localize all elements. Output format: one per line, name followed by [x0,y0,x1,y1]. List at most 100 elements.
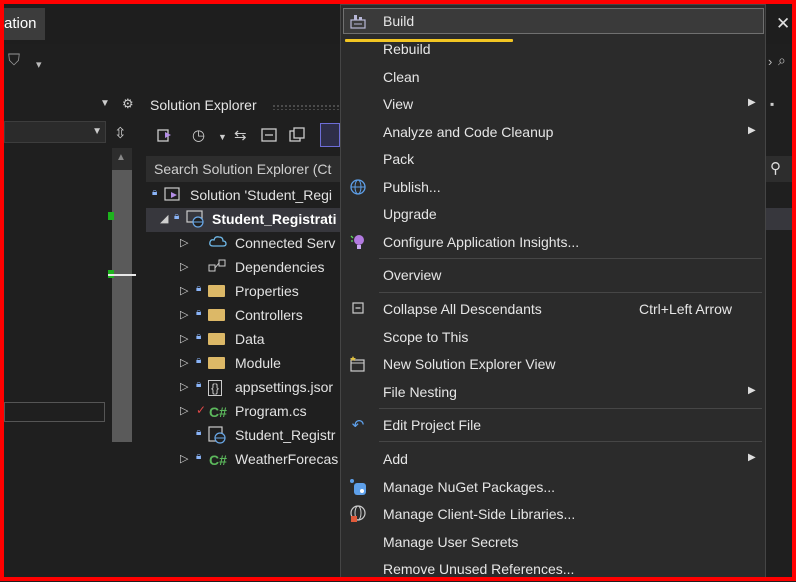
menu-item-label: Analyze and Code Cleanup [383,124,554,140]
tree-item-http-file[interactable]: 🔒︎ Student_Registr [146,424,342,448]
menu-item-manage-nuget[interactable]: Manage NuGet Packages... [341,474,765,500]
menu-item-collapse-all[interactable]: Collapse All Descendants Ctrl+Left Arrow [341,296,765,322]
menu-item-label: Configure Application Insights... [383,234,580,250]
menu-item-upgrade[interactable]: Upgrade [341,201,765,227]
client-libraries-icon [349,505,367,527]
tree-item-project[interactable]: ◢ 🔒︎ Student_Registrati [146,208,342,232]
copy-icon[interactable] [288,126,306,148]
document-tab[interactable]: ation [4,8,45,40]
menu-item-overview[interactable]: Overview [341,262,765,288]
tree-item-label: Controllers [235,307,303,323]
pin-icon[interactable]: ▪ [770,97,774,111]
scrollbar-thumb[interactable] [112,170,132,442]
menu-item-label: New Solution Explorer View [383,356,556,372]
switch-views-icon[interactable] [156,126,174,148]
menu-item-shortcut: Ctrl+Left Arrow [639,301,732,317]
menu-item-new-solution-view[interactable]: New Solution Explorer View [341,351,765,377]
gear-icon[interactable]: ⚙ [122,96,134,112]
tree-item-connected-services[interactable]: ▷ Connected Serv [146,232,342,256]
menu-item-scope-to-this[interactable]: Scope to This [341,324,765,350]
nuget-icon [349,478,367,500]
submenu-arrow-icon: ▶ [748,97,756,108]
tree-item-label: WeatherForecas [235,451,339,467]
menu-item-manage-user-secrets[interactable]: Manage User Secrets [341,529,765,555]
collapse-all-icon[interactable] [260,126,278,148]
menu-item-pack[interactable]: Pack [341,146,765,172]
menu-item-view[interactable]: View ▶ [341,91,765,117]
tree-item-dependencies[interactable]: ▷ Dependencies [146,256,342,280]
submenu-arrow-icon: ▶ [748,385,756,396]
tree-item-label: Module [235,355,281,371]
menu-item-rebuild[interactable]: Rebuild [341,36,765,62]
collapsed-arrow-icon[interactable]: ▷ [180,404,188,417]
tree-item-label: appsettings.jsor [235,379,334,395]
chevron-down-icon[interactable]: ▼ [218,132,227,142]
menu-item-configure-insights[interactable]: Configure Application Insights... [341,229,765,255]
preview-selected-icon[interactable] [320,123,340,147]
lock-icon: 🔒︎ [152,187,158,198]
csharp-file-icon: C# [209,452,227,468]
menu-item-file-nesting[interactable]: File Nesting ▶ [341,379,765,405]
menu-item-manage-client-libraries[interactable]: Manage Client-Side Libraries... [341,501,765,527]
tree-item-controllers[interactable]: ▷ 🔒︎ Controllers [146,304,342,328]
menu-separator [379,258,762,259]
bookmark-icon[interactable]: ⛉ [8,52,20,70]
tree-item-weatherforecast[interactable]: ▷ 🔒︎ C# WeatherForecas [146,448,342,472]
menu-item-label: Pack [383,151,415,167]
dropdown-arrow-icon[interactable]: ▼ [100,98,110,109]
menu-item-edit-project-file[interactable]: ↶ Edit Project File [341,412,765,438]
scroll-up-icon[interactable]: ▲ [116,152,126,163]
sync-icon[interactable]: ⇆ [234,126,247,144]
menu-item-label: Clean [383,69,420,85]
left-pane-combo[interactable]: ▼ [4,121,106,143]
collapsed-arrow-icon[interactable]: ▷ [180,332,188,345]
left-pane-header: ▼ ⚙ [4,96,140,116]
menu-item-label: Manage Client-Side Libraries... [383,506,576,522]
chevron-down-icon[interactable]: ▾ [36,58,42,71]
checkmark-icon: ✓ [196,403,207,417]
collapsed-arrow-icon[interactable]: ▷ [180,260,188,273]
collapsed-arrow-icon[interactable]: ▷ [180,308,188,321]
menu-separator [379,292,762,293]
expanded-arrow-icon[interactable]: ◢ [160,212,168,225]
collapsed-arrow-icon[interactable]: ▷ [180,380,188,393]
lock-icon: 🔒︎ [196,427,202,438]
close-icon[interactable]: ✕ [776,14,790,34]
collapsed-arrow-icon[interactable]: ▷ [180,452,188,465]
build-icon [349,12,367,34]
tree-item-label: Program.cs [235,403,307,419]
lock-icon: 🔒︎ [196,331,202,342]
split-view-icon[interactable]: ⇳ [114,124,127,142]
collapsed-arrow-icon[interactable]: ▷ [180,236,188,249]
search-icon[interactable]: ⚲ [770,159,781,177]
tree-item-label: Connected Serv [235,235,336,251]
history-icon[interactable]: ◷ [192,126,205,144]
chevron-right-icon[interactable]: › [768,54,772,69]
collapse-icon [349,300,367,320]
search-icon[interactable]: ⌕ [778,52,786,69]
left-input-field[interactable] [4,402,105,422]
tree-item-appsettings[interactable]: ▷ 🔒︎ {} appsettings.jsor [146,376,342,400]
folder-icon [208,330,225,348]
menu-item-analyze[interactable]: Analyze and Code Cleanup ▶ [341,119,765,145]
menu-item-publish[interactable]: Publish... [341,174,765,200]
tree-item-properties[interactable]: ▷ 🔒︎ Properties [146,280,342,304]
collapsed-arrow-icon[interactable]: ▷ [180,284,188,297]
lock-icon: 🔒︎ [196,355,202,366]
tree-item-data[interactable]: ▷ 🔒︎ Data [146,328,342,352]
menu-item-add[interactable]: Add ▶ [341,446,765,472]
menu-item-remove-unused-references[interactable]: Remove Unused References... [341,556,765,582]
collapsed-arrow-icon[interactable]: ▷ [180,356,188,369]
drag-handle[interactable] [272,104,340,110]
menu-item-clean[interactable]: Clean [341,64,765,90]
csharp-file-icon: C# [209,404,227,420]
publish-globe-icon [349,178,367,200]
tree-item-program[interactable]: ▷ ✓ C# Program.cs [146,400,342,424]
tree-item-module[interactable]: ▷ 🔒︎ Module [146,352,342,376]
tree-item-solution[interactable]: 🔒︎ Solution 'Student_Regi [146,184,342,208]
menu-item-build[interactable]: Build [343,8,764,34]
lock-icon: 🔒︎ [196,379,202,390]
folder-icon [208,306,225,324]
menu-item-label: Upgrade [383,206,437,222]
submenu-arrow-icon: ▶ [748,452,756,463]
